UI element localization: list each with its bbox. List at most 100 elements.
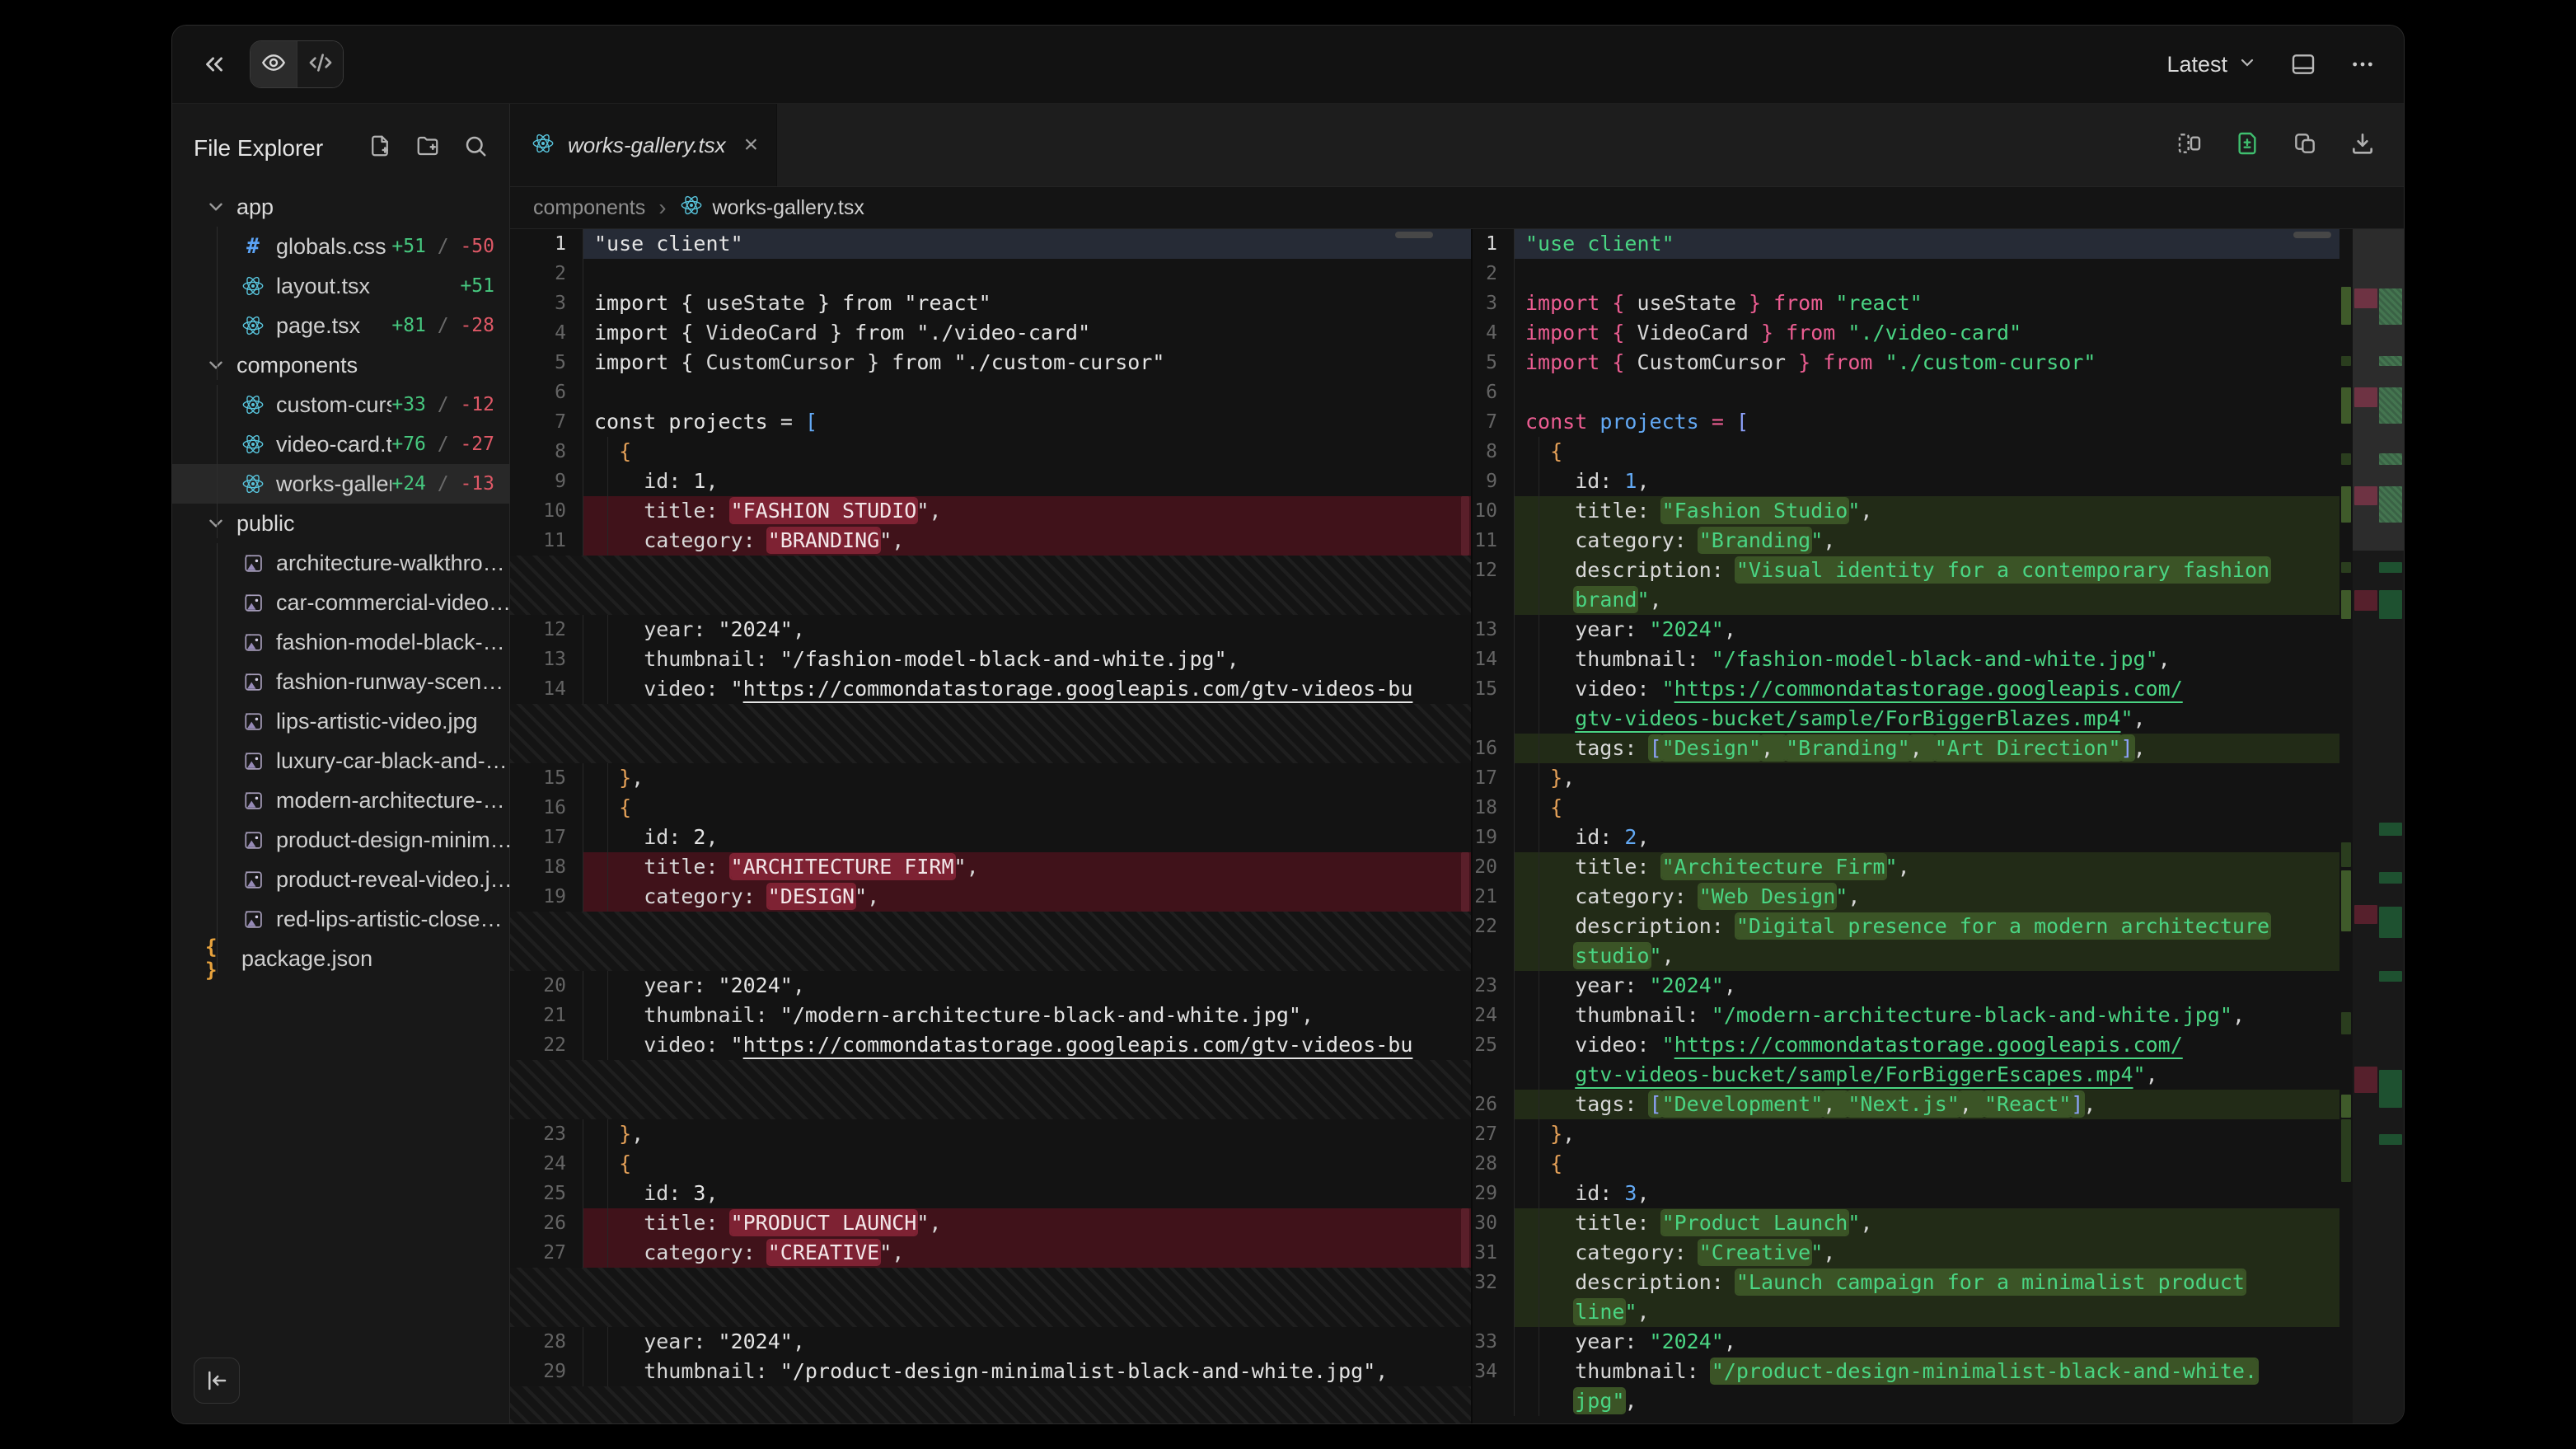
search-icon[interactable] [463,134,488,162]
code-line[interactable]: 26 title: "PRODUCT LAUNCH", [510,1208,1471,1238]
minimap[interactable] [2353,229,2404,1423]
code-line[interactable]: 27 category: "CREATIVE", [510,1238,1471,1268]
sidebar-item-car-commercial-video-[interactable]: car-commercial-video… [172,583,509,622]
code-line[interactable]: 18 title: "ARCHITECTURE FIRM", [510,852,1471,882]
panel-bottom-icon[interactable] [2290,51,2316,77]
code-line[interactable]: 23 }, [510,1119,1471,1149]
code-line[interactable]: 30 title: "Product Launch", [1473,1208,2339,1238]
code-line[interactable]: 4import { VideoCard } from "./video-card… [510,318,1471,348]
code-line[interactable]: 12 description: "Visual identity for a c… [1473,556,2339,585]
copy-icon[interactable] [2292,130,2318,161]
code-line[interactable]: 28 year: "2024", [510,1327,1471,1357]
code-line[interactable]: 19 category: "DESIGN", [510,882,1471,912]
download-icon[interactable] [2349,130,2376,161]
horizontal-scrollbar-thumb[interactable] [2293,232,2331,238]
code-line[interactable]: 32 description: "Launch campaign for a m… [1473,1268,2339,1297]
code-line[interactable]: 11 category: "BRANDING", [510,526,1471,556]
code-toggle-button[interactable] [297,41,343,87]
sidebar-item-luxury-car-black-and-[interactable]: luxury-car-black-and-… [172,741,509,781]
code-line[interactable]: 14 thumbnail: "/fashion-model-black-and-… [1473,645,2339,674]
code-line[interactable]: 26 tags: ["Development", "Next.js", "Rea… [1473,1090,2339,1119]
code-line[interactable]: 7const projects = [ [510,407,1471,437]
code-line[interactable]: 19 id: 2, [1473,823,2339,852]
sidebar-item-package.json[interactable]: { }package.json [172,939,509,978]
code-line[interactable]: 9 id: 1, [1473,467,2339,496]
code-line[interactable]: studio", [1473,941,2339,971]
file-plus-icon[interactable] [368,134,392,162]
code-line[interactable]: 22 description: "Digital presence for a … [1473,912,2339,941]
sidebar-item-red-lips-artistic-close-[interactable]: red-lips-artistic-close… [172,899,509,939]
sidebar-item-product-design-minim-[interactable]: product-design-minim… [172,820,509,860]
code-line[interactable]: 27 }, [1473,1119,2339,1149]
collapse-sidebar-icon[interactable] [194,1358,240,1404]
code-line[interactable]: 2 [1473,259,2339,288]
close-icon[interactable]: × [744,133,759,157]
sidebar-item-app[interactable]: app [172,187,509,227]
sidebar-item-layout.tsx[interactable]: layout.tsx+51 [172,266,509,306]
code-line[interactable]: 9 id: 1, [510,467,1471,496]
code-line[interactable]: brand", [1473,585,2339,615]
sidebar-item-product-reveal-video.j-[interactable]: product-reveal-video.j… [172,860,509,899]
ellipsis-icon[interactable] [2349,51,2376,77]
sidebar-item-fashion-model-black-[interactable]: fashion-model-black-… [172,622,509,662]
code-line[interactable]: 22 video: "https://commondatastorage.goo… [510,1030,1471,1060]
chevrons-left-icon[interactable] [200,50,228,78]
code-line[interactable]: 17 }, [1473,763,2339,793]
code-line[interactable]: 5import { CustomCursor } from "./custom-… [510,348,1471,377]
code-line[interactable]: jpg", [1473,1386,2339,1416]
code-line[interactable]: 16 tags: ["Design", "Branding", "Art Dir… [1473,734,2339,763]
horizontal-scrollbar-thumb[interactable] [1395,232,1433,238]
file-diff-icon[interactable] [2234,130,2260,161]
code-line[interactable]: 21 thumbnail: "/modern-architecture-blac… [510,1001,1471,1030]
code-line[interactable]: 25 video: "https://commondatastorage.goo… [1473,1030,2339,1060]
breadcrumb-parent[interactable]: components [533,196,645,220]
code-line[interactable]: 3import { useState } from "react" [510,288,1471,318]
code-line[interactable]: 11 category: "Branding", [1473,526,2339,556]
sidebar-item-custom-curs-[interactable]: custom-curs…+33 / -12 [172,385,509,424]
code-line[interactable]: 23 year: "2024", [1473,971,2339,1001]
sidebar-item-lips-artistic-video.jpg[interactable]: lips-artistic-video.jpg [172,701,509,741]
code-line[interactable]: line", [1473,1297,2339,1327]
code-line[interactable]: 15 video: "https://commondatastorage.goo… [1473,674,2339,704]
code-line[interactable]: 29 thumbnail: "/product-design-minimalis… [510,1357,1471,1386]
code-line[interactable]: 13 thumbnail: "/fashion-model-black-and-… [510,645,1471,674]
code-line[interactable]: gtv-videos-bucket/sample/ForBiggerEscape… [1473,1060,2339,1090]
code-line[interactable]: 20 title: "Architecture Firm", [1473,852,2339,882]
code-line[interactable]: 21 category: "Web Design", [1473,882,2339,912]
code-line[interactable]: 13 year: "2024", [1473,615,2339,645]
code-line[interactable]: 6 [510,377,1471,407]
code-line[interactable]: 17 id: 2, [510,823,1471,852]
code-line[interactable]: 3import { useState } from "react" [1473,288,2339,318]
breadcrumb-current-wrap[interactable]: works-gallery.tsx [680,194,864,223]
code-line[interactable]: 29 id: 3, [1473,1179,2339,1208]
code-line[interactable]: 28 { [1473,1149,2339,1179]
sidebar-item-fashion-runway-scen-[interactable]: fashion-runway-scen… [172,662,509,701]
preview-toggle-button[interactable] [251,41,297,87]
sidebar-item-public[interactable]: public [172,504,509,543]
sidebar-item-components[interactable]: components [172,345,509,385]
code-line[interactable]: 16 { [510,793,1471,823]
code-line[interactable]: 10 title: "Fashion Studio", [1473,496,2339,526]
sidebar-item-modern-architecture-[interactable]: modern-architecture-… [172,781,509,820]
code-line[interactable]: 20 year: "2024", [510,971,1471,1001]
folder-plus-icon[interactable] [415,134,440,162]
version-selector[interactable]: Latest [2166,50,2257,78]
code-line[interactable]: 5import { CustomCursor } from "./custom-… [1473,348,2339,377]
code-line[interactable]: 34 thumbnail: "/product-design-minimalis… [1473,1357,2339,1386]
code-line[interactable]: 18 { [1473,793,2339,823]
code-line[interactable]: 15 }, [510,763,1471,793]
code-line[interactable]: 6 [1473,377,2339,407]
code-line[interactable]: 8 { [1473,437,2339,467]
code-line[interactable]: 25 id: 3, [510,1179,1471,1208]
code-line[interactable]: 8 { [510,437,1471,467]
code-line[interactable]: 14 video: "https://commondatastorage.goo… [510,674,1471,704]
code-line[interactable]: 33 year: "2024", [1473,1327,2339,1357]
split-view-icon[interactable] [2176,130,2203,161]
code-line[interactable]: 10 title: "FASHION STUDIO", [510,496,1471,526]
sidebar-item-page.tsx[interactable]: page.tsx+81 / -28 [172,306,509,345]
code-line[interactable]: 1"use client" [1473,229,2339,259]
code-line[interactable]: 2 [510,259,1471,288]
tab-works-gallery[interactable]: works-gallery.tsx × [510,104,777,186]
code-line[interactable]: 31 category: "Creative", [1473,1238,2339,1268]
code-line[interactable]: 7const projects = [ [1473,407,2339,437]
